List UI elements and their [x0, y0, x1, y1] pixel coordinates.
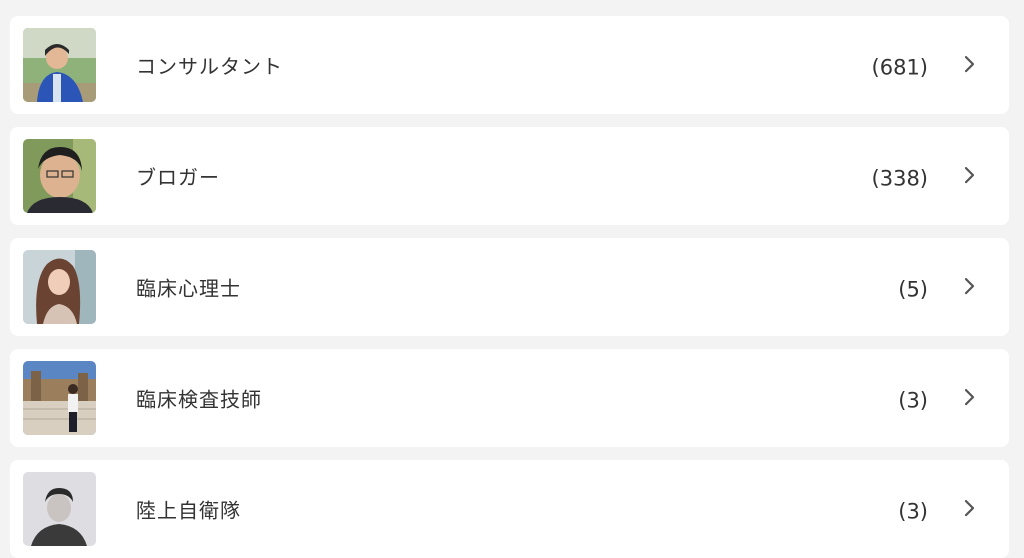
profession-label: 陸上自衛隊	[136, 498, 241, 523]
chevron-right-icon	[964, 388, 976, 406]
chevron-right-icon	[964, 166, 976, 184]
profession-label: 臨床心理士	[136, 276, 241, 301]
list-item[interactable]: ブロガー (338)	[10, 127, 1009, 225]
avatar	[23, 250, 96, 324]
list-item[interactable]: 臨床検査技師 (3)	[10, 349, 1009, 447]
profession-count: (338)	[871, 166, 928, 191]
list-item[interactable]: コンサルタント (681)	[10, 16, 1009, 114]
list-item[interactable]: 臨床心理士 (5)	[10, 238, 1009, 336]
chevron-right-icon	[964, 499, 976, 517]
profession-count: (3)	[898, 388, 928, 413]
profession-label: コンサルタント	[136, 54, 283, 79]
chevron-right-icon	[964, 277, 976, 295]
avatar	[23, 28, 96, 102]
list-item[interactable]: 陸上自衛隊 (3)	[10, 460, 1009, 558]
avatar	[23, 472, 96, 546]
avatar	[23, 361, 96, 435]
avatar	[23, 139, 96, 213]
profession-label: 臨床検査技師	[136, 387, 262, 412]
profession-count: (681)	[871, 55, 928, 80]
profession-label: ブロガー	[136, 165, 220, 190]
profession-count: (5)	[898, 277, 928, 302]
profession-count: (3)	[898, 499, 928, 524]
chevron-right-icon	[964, 55, 976, 73]
profession-list: コンサルタント (681) ブロガー (338) 臨床心理士 (5) 臨床検査技…	[0, 0, 1024, 558]
